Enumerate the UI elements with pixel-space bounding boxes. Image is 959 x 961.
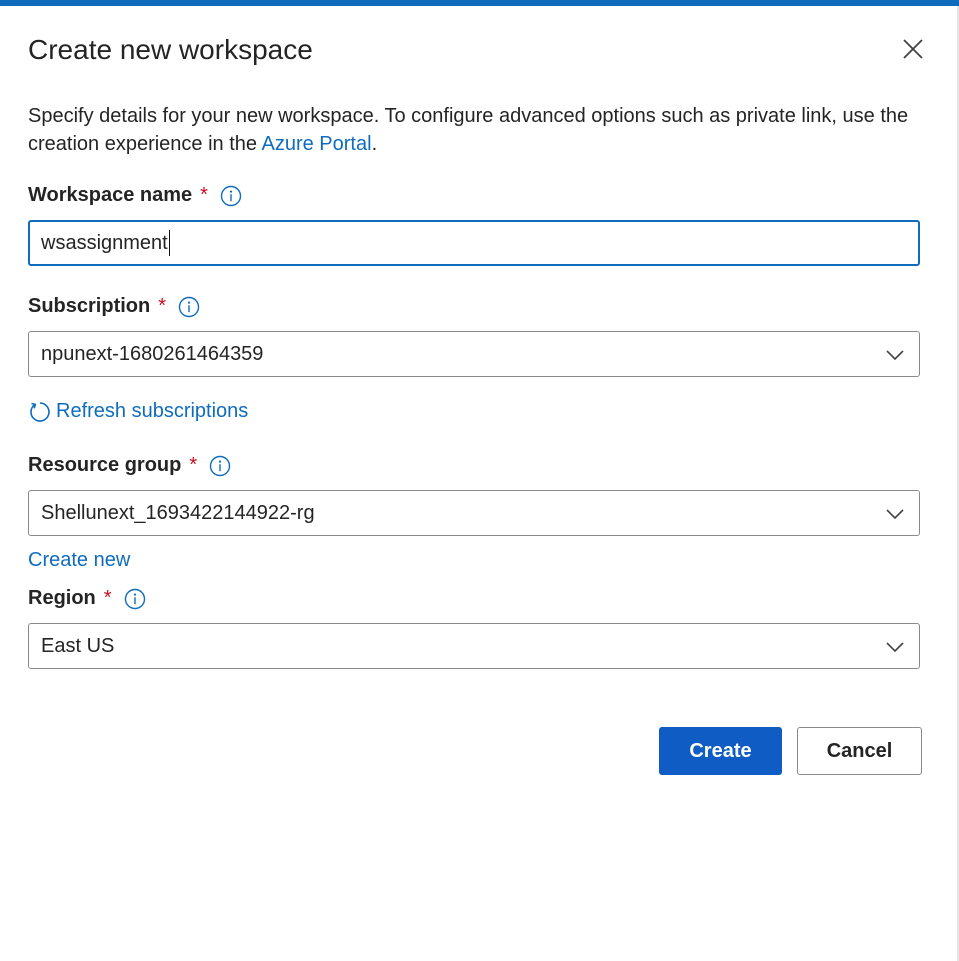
workspace-name-value: wsassignment — [41, 231, 168, 254]
region-value: East US — [41, 634, 115, 657]
region-label: Region * — [28, 587, 146, 610]
refresh-subscriptions-link[interactable]: Refresh subscriptions — [28, 400, 248, 423]
cancel-button[interactable]: Cancel — [797, 727, 922, 775]
dialog-description: Specify details for your new workspace. … — [28, 102, 928, 158]
subscription-label-text: Subscription — [28, 295, 151, 317]
required-mark: * — [189, 454, 198, 476]
required-mark: * — [103, 587, 112, 609]
required-mark: * — [200, 184, 208, 206]
subscription-label: Subscription * — [28, 295, 200, 318]
region-dropdown[interactable]: East US — [28, 623, 920, 669]
resource-group-value: Shellunext_1693422144922-rg — [41, 501, 315, 524]
chevron-down-icon — [886, 509, 904, 520]
resource-group-label-text: Resource group — [28, 454, 182, 476]
azure-portal-link[interactable]: Azure Portal — [262, 133, 372, 155]
refresh-subscriptions-text: Refresh subscriptions — [56, 400, 249, 422]
dialog-title: Create new workspace — [28, 34, 313, 65]
subscription-dropdown[interactable]: npunext-1680261464359 — [28, 331, 920, 377]
create-button[interactable]: Create — [659, 727, 782, 775]
region-label-text: Region — [28, 587, 96, 609]
info-icon[interactable] — [209, 455, 231, 477]
required-mark: * — [158, 295, 167, 317]
workspace-name-label-text: Workspace name — [28, 184, 193, 206]
create-new-link[interactable]: Create new — [28, 549, 130, 572]
chevron-down-icon — [886, 350, 904, 361]
text-caret — [168, 230, 171, 256]
workspace-name-input[interactable]: wsassignment — [28, 220, 920, 266]
chevron-down-icon — [886, 642, 904, 653]
resource-group-label: Resource group * — [28, 454, 231, 477]
description-text: Specify details for your new workspace. … — [28, 105, 909, 155]
subscription-value: npunext-1680261464359 — [41, 342, 264, 365]
workspace-name-label: Workspace name * — [28, 184, 242, 207]
resource-group-dropdown[interactable]: Shellunext_1693422144922-rg — [28, 490, 920, 536]
info-icon[interactable] — [178, 296, 200, 318]
close-icon[interactable] — [900, 36, 926, 62]
top-accent-bar — [0, 0, 959, 6]
refresh-icon — [30, 401, 50, 422]
description-suffix: . — [371, 133, 378, 155]
info-icon[interactable] — [220, 185, 242, 207]
info-icon[interactable] — [124, 588, 146, 610]
